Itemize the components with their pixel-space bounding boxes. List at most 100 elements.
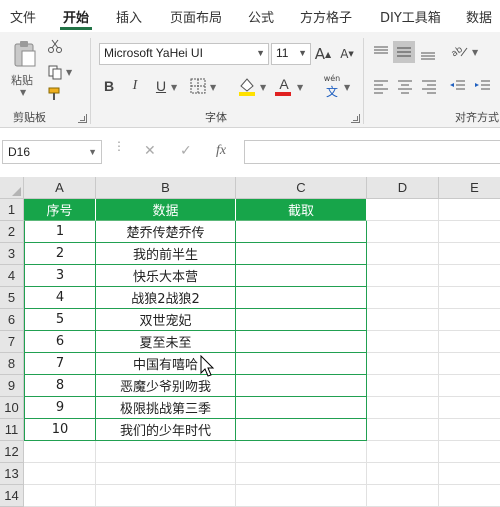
- tab-insert[interactable]: 插入: [116, 7, 142, 26]
- table-cell[interactable]: 6: [24, 331, 96, 353]
- align-center-icon[interactable]: [396, 78, 414, 94]
- font-color-dropdown-icon[interactable]: ▼: [297, 83, 303, 92]
- grid-cell[interactable]: [439, 397, 500, 419]
- table-cell[interactable]: [236, 353, 367, 375]
- table-cell[interactable]: 7: [24, 353, 96, 375]
- italic-button[interactable]: I: [127, 76, 143, 96]
- row-header-10[interactable]: 10: [0, 397, 24, 419]
- increase-indent-icon[interactable]: [474, 78, 492, 94]
- row-header-3[interactable]: 3: [0, 243, 24, 265]
- borders-icon[interactable]: [190, 78, 206, 94]
- borders-dropdown-icon[interactable]: ▼: [210, 83, 216, 92]
- table-cell[interactable]: [236, 397, 367, 419]
- tab-page-layout[interactable]: 页面布局: [170, 7, 222, 26]
- row-header-11[interactable]: 11: [0, 419, 24, 441]
- grid-cell[interactable]: [439, 199, 500, 221]
- table-cell[interactable]: 9: [24, 397, 96, 419]
- paste-button-label[interactable]: 粘贴: [11, 72, 33, 88]
- table-cell[interactable]: [236, 419, 367, 441]
- table-cell[interactable]: [236, 375, 367, 397]
- underline-button[interactable]: U: [153, 76, 169, 96]
- column-header-b[interactable]: B: [96, 177, 236, 199]
- table-cell[interactable]: 我的前半生: [96, 243, 236, 265]
- grid-cell[interactable]: [367, 287, 439, 309]
- align-right-icon[interactable]: [420, 78, 438, 94]
- grid-cell[interactable]: [24, 463, 96, 485]
- tab-fangfang[interactable]: 方方格子: [300, 7, 352, 26]
- font-size-select[interactable]: 11 ▼: [271, 43, 311, 65]
- align-top-icon[interactable]: [372, 44, 390, 60]
- enter-icon[interactable]: ✓: [180, 143, 192, 159]
- grid-cell[interactable]: [367, 463, 439, 485]
- column-header-d[interactable]: D: [367, 177, 439, 199]
- table-cell[interactable]: 1: [24, 221, 96, 243]
- grid-cell[interactable]: [367, 309, 439, 331]
- grid-cell[interactable]: [367, 243, 439, 265]
- table-cell[interactable]: 2: [24, 243, 96, 265]
- column-header-a[interactable]: A: [24, 177, 96, 199]
- align-middle-button[interactable]: [393, 41, 415, 63]
- row-header-13[interactable]: 13: [0, 463, 24, 485]
- table-header-cell[interactable]: 截取: [236, 199, 367, 221]
- tab-home[interactable]: 开始: [63, 7, 89, 26]
- phonetic-dropdown-icon[interactable]: ▼: [344, 83, 350, 92]
- table-cell[interactable]: 双世宠妃: [96, 309, 236, 331]
- table-cell[interactable]: [236, 287, 367, 309]
- fill-color-dropdown-icon[interactable]: ▼: [260, 83, 266, 92]
- grid-cell[interactable]: [439, 463, 500, 485]
- grid-cell[interactable]: [367, 485, 439, 507]
- bold-button[interactable]: B: [101, 76, 117, 96]
- formula-input[interactable]: [244, 140, 500, 164]
- font-launcher-icon[interactable]: [351, 114, 360, 123]
- cancel-icon[interactable]: ✕: [144, 143, 156, 159]
- table-cell[interactable]: 8: [24, 375, 96, 397]
- row-header-1[interactable]: 1: [0, 199, 24, 221]
- table-header-cell[interactable]: 数据: [96, 199, 236, 221]
- orientation-dropdown-icon[interactable]: ▼: [472, 48, 478, 57]
- grid-cell[interactable]: [367, 441, 439, 463]
- table-cell[interactable]: [236, 309, 367, 331]
- grid-cell[interactable]: [439, 441, 500, 463]
- paste-icon[interactable]: [13, 40, 37, 68]
- table-cell[interactable]: 我们的少年时代: [96, 419, 236, 441]
- phonetic-guide-icon[interactable]: wén 文: [322, 74, 342, 99]
- table-cell[interactable]: 3: [24, 265, 96, 287]
- align-bottom-icon[interactable]: [419, 46, 437, 62]
- tab-diy-toolbox[interactable]: DIY工具箱: [380, 7, 441, 26]
- table-cell[interactable]: 5: [24, 309, 96, 331]
- grid-cell[interactable]: [367, 419, 439, 441]
- table-cell[interactable]: [236, 265, 367, 287]
- grid-cell[interactable]: [367, 397, 439, 419]
- grid-cell[interactable]: [439, 375, 500, 397]
- grid-cell[interactable]: [96, 485, 236, 507]
- grid-cell[interactable]: [439, 309, 500, 331]
- row-header-12[interactable]: 12: [0, 441, 24, 463]
- row-header-8[interactable]: 8: [0, 353, 24, 375]
- decrease-font-size-icon[interactable]: A ▼: [338, 44, 356, 64]
- tab-file[interactable]: 文件: [10, 7, 36, 26]
- grid-cell[interactable]: [439, 265, 500, 287]
- grid-cell[interactable]: [367, 199, 439, 221]
- grid-cell[interactable]: [96, 441, 236, 463]
- cut-icon[interactable]: [47, 38, 63, 54]
- fill-color-icon[interactable]: [237, 76, 257, 96]
- grid-cell[interactable]: [236, 463, 367, 485]
- table-cell[interactable]: [236, 221, 367, 243]
- grid-cell[interactable]: [439, 243, 500, 265]
- grid-cell[interactable]: [439, 287, 500, 309]
- table-cell[interactable]: 极限挑战第三季: [96, 397, 236, 419]
- grid-cell[interactable]: [24, 485, 96, 507]
- table-cell[interactable]: [236, 243, 367, 265]
- text-orientation-icon[interactable]: ab: [449, 42, 469, 60]
- grid-cell[interactable]: [439, 485, 500, 507]
- row-header-4[interactable]: 4: [0, 265, 24, 287]
- row-header-7[interactable]: 7: [0, 331, 24, 353]
- row-header-2[interactable]: 2: [0, 221, 24, 243]
- grid-cell[interactable]: [367, 221, 439, 243]
- font-name-select[interactable]: Microsoft YaHei UI ▼: [99, 43, 269, 65]
- copy-icon[interactable]: [47, 64, 63, 80]
- insert-function-button[interactable]: fx: [216, 143, 226, 159]
- grid-cell[interactable]: [439, 419, 500, 441]
- grid-cell[interactable]: [439, 331, 500, 353]
- tab-data[interactable]: 数据: [466, 7, 492, 26]
